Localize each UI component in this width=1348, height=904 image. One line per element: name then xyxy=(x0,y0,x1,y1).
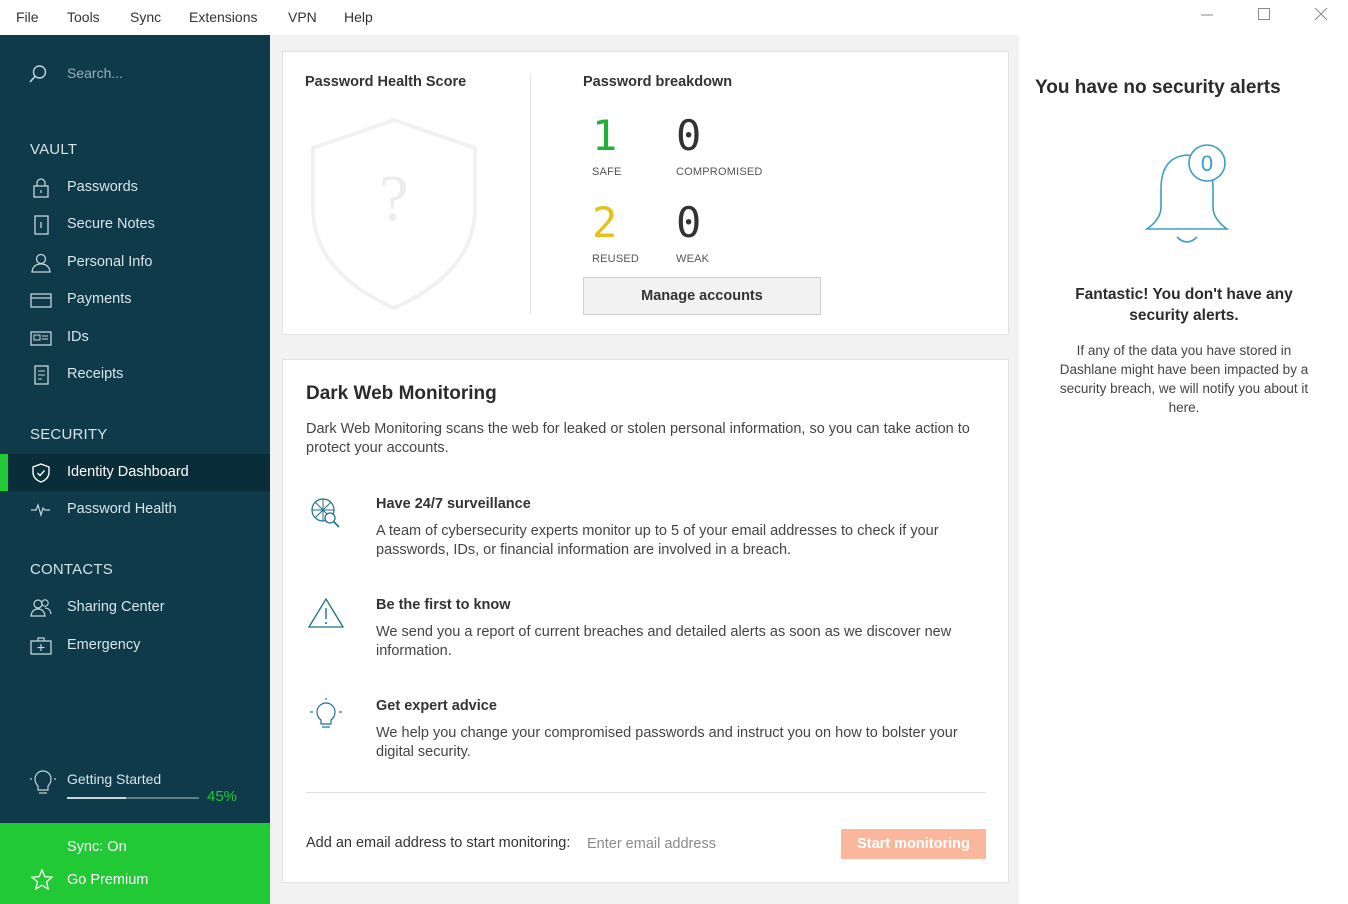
dark-web-monitoring-card: Dark Web Monitoring Dark Web Monitoring … xyxy=(282,359,1009,883)
getting-started[interactable]: Getting Started 45% xyxy=(0,762,270,822)
sidebar-item-personal-info[interactable]: Personal Info xyxy=(0,244,270,281)
card-icon xyxy=(30,293,52,308)
reused-count: 2 xyxy=(592,198,618,247)
people-icon xyxy=(30,599,52,617)
compromised-count: 0 xyxy=(676,111,702,160)
getting-started-label: Getting Started xyxy=(67,771,162,787)
close-button[interactable] xyxy=(1306,5,1336,27)
weak-label: WEAK xyxy=(676,253,710,265)
dwm-divider xyxy=(306,792,986,793)
menu-bar: File Tools Sync Extensions VPN Help xyxy=(0,0,1348,35)
warning-icon xyxy=(307,597,345,628)
dwm-description: Dark Web Monitoring scans the web for le… xyxy=(306,421,970,456)
score-placeholder: ? xyxy=(379,162,408,235)
minimize-button[interactable] xyxy=(1192,5,1222,27)
getting-started-progress xyxy=(67,797,199,799)
feature-title: Have 24/7 surveillance xyxy=(376,496,531,512)
menu-sync[interactable]: Sync xyxy=(130,9,161,25)
search-placeholder[interactable]: Search... xyxy=(67,65,123,81)
bell-badge: 0 xyxy=(1201,151,1213,176)
safe-label: SAFE xyxy=(592,166,622,178)
email-input[interactable] xyxy=(587,830,827,858)
sidebar-item-label: Receipts xyxy=(67,366,124,382)
password-health-score-title: Password Health Score xyxy=(305,74,467,90)
feature-title: Be the first to know xyxy=(376,597,511,613)
web-search-icon xyxy=(311,498,340,528)
lightbulb-icon xyxy=(30,770,56,794)
search-bar[interactable]: Search... xyxy=(28,61,248,87)
sidebar-item-emergency[interactable]: Emergency xyxy=(0,627,270,664)
reused-label: REUSED xyxy=(592,253,640,265)
emergency-kit-icon xyxy=(30,637,52,655)
weak-count: 0 xyxy=(676,198,702,247)
start-monitoring-button[interactable]: Start monitoring xyxy=(841,829,986,859)
sidebar-item-label: IDs xyxy=(67,329,89,345)
alerts-body: If any of the data you have stored in Da… xyxy=(1059,343,1309,415)
security-alerts-panel: You have no security alerts 0 Fantastic!… xyxy=(1019,35,1348,904)
add-email-label: Add an email address to start monitoring… xyxy=(306,835,571,851)
section-vault: VAULT xyxy=(30,141,78,158)
go-premium-label: Go Premium xyxy=(67,872,149,888)
menu-file[interactable]: File xyxy=(16,9,39,25)
sidebar-item-sharing-center[interactable]: Sharing Center xyxy=(0,589,270,626)
feature-text: We help you change your compromised pass… xyxy=(376,725,958,760)
maximize-icon xyxy=(1258,8,1270,20)
password-health-card: Password Health Score ? Password breakdo… xyxy=(282,51,1009,335)
shield-icon xyxy=(32,463,50,483)
id-card-icon xyxy=(30,331,52,346)
maximize-button[interactable] xyxy=(1249,5,1279,27)
menu-vpn[interactable]: VPN xyxy=(288,9,317,25)
sidebar-item-ids[interactable]: IDs xyxy=(0,319,270,356)
sidebar-item-label: Passwords xyxy=(67,179,138,195)
feature-title: Get expert advice xyxy=(376,698,497,714)
dwm-title: Dark Web Monitoring xyxy=(306,383,497,404)
password-breakdown-title: Password breakdown xyxy=(583,74,733,90)
card-divider xyxy=(530,74,531,314)
sidebar-item-label: Password Health xyxy=(67,501,177,517)
section-contacts: CONTACTS xyxy=(30,561,113,578)
bell-icon: 0 xyxy=(1144,144,1230,243)
sidebar-item-payments[interactable]: Payments xyxy=(0,281,270,318)
sidebar-item-label: Identity Dashboard xyxy=(67,464,189,480)
pulse-icon xyxy=(31,503,50,518)
minimize-icon xyxy=(1201,14,1213,16)
sidebar-item-identity-dashboard[interactable]: Identity Dashboard xyxy=(0,454,270,491)
getting-started-percent: 45% xyxy=(207,788,238,805)
sync-status[interactable]: Sync: On xyxy=(67,839,127,855)
alerts-headline: Fantastic! You don't have any security a… xyxy=(1075,286,1293,324)
feature-text: We send you a report of current breaches… xyxy=(376,624,952,659)
receipt-icon xyxy=(34,365,49,385)
feature-text: A team of cybersecurity experts monitor … xyxy=(376,523,939,558)
menu-help[interactable]: Help xyxy=(344,9,373,25)
sidebar-item-label: Emergency xyxy=(67,637,141,653)
getting-started-progress-fill xyxy=(67,797,127,799)
sidebar-footer: Sync: On Go Premium xyxy=(0,823,270,904)
menu-tools[interactable]: Tools xyxy=(67,9,100,25)
sidebar-item-passwords[interactable]: Passwords xyxy=(0,169,270,206)
safe-count: 1 xyxy=(592,111,618,160)
star-icon xyxy=(31,869,53,890)
shield-placeholder-icon: ? xyxy=(311,117,477,311)
note-icon xyxy=(34,215,49,235)
sidebar-item-label: Personal Info xyxy=(67,254,153,270)
compromised-label: COMPROMISED xyxy=(676,166,763,178)
sidebar-item-label: Payments xyxy=(67,291,132,307)
sidebar-item-password-health[interactable]: Password Health xyxy=(0,491,270,528)
manage-accounts-button[interactable]: Manage accounts xyxy=(583,277,821,315)
go-premium-button[interactable]: Go Premium xyxy=(0,863,270,897)
alerts-title: You have no security alerts xyxy=(1035,77,1281,98)
sidebar-item-label: Sharing Center xyxy=(67,599,165,615)
lightbulb-icon xyxy=(310,698,342,728)
lock-icon xyxy=(33,178,49,198)
sidebar-item-secure-notes[interactable]: Secure Notes xyxy=(0,206,270,243)
search-icon xyxy=(29,65,47,83)
sidebar-item-label: Secure Notes xyxy=(67,216,155,232)
menu-extensions[interactable]: Extensions xyxy=(189,9,257,25)
close-icon xyxy=(1314,7,1328,21)
section-security: SECURITY xyxy=(30,426,108,443)
person-icon xyxy=(31,253,51,273)
sidebar-item-receipts[interactable]: Receipts xyxy=(0,356,270,393)
sidebar: Search... VAULT Passwords Secure Notes P… xyxy=(0,35,270,904)
